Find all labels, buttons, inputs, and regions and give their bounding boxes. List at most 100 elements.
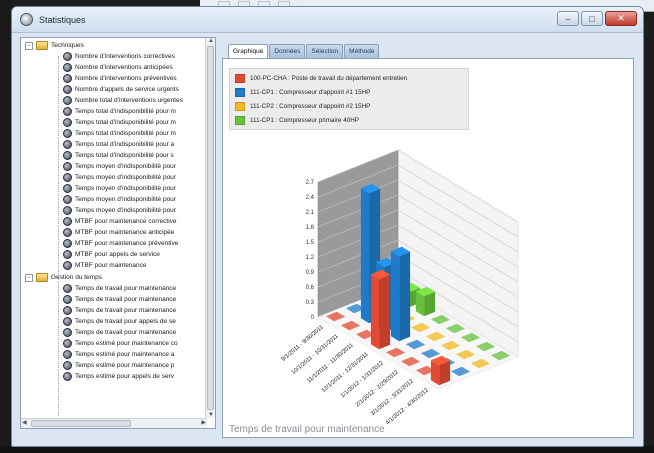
statistic-icon bbox=[63, 129, 72, 138]
tree-item[interactable]: Temps total d'indisponibilité pour m bbox=[63, 106, 176, 117]
app-icon bbox=[20, 13, 33, 26]
statistics-tree: − Techniques Nombre d'interventions correc… bbox=[20, 37, 216, 429]
scroll-thumb[interactable] bbox=[207, 46, 214, 410]
tree-item-label: Temps de travail pour maintenance bbox=[75, 329, 177, 336]
legend-label: 100-PC-CHA : Poste de travail du départe… bbox=[250, 75, 408, 82]
collapse-icon[interactable]: − bbox=[25, 273, 33, 282]
statistic-icon bbox=[63, 162, 72, 171]
statistic-icon bbox=[63, 317, 72, 326]
legend-label: 111-CP2 : Compresseur d'appoint #2 15HP bbox=[250, 103, 371, 110]
hscroll-thumb[interactable] bbox=[31, 420, 131, 427]
scroll-right-arrow-icon[interactable]: ▶ bbox=[201, 419, 206, 426]
tree-group[interactable]: − Gestion du temps bbox=[25, 272, 102, 283]
tree-item-label: Temps moyen d'indisponibilité pour bbox=[75, 174, 176, 181]
tree-item-label: Temps estimé pour maintenance co bbox=[75, 340, 178, 347]
tree-item[interactable]: Temps total d'indisponibilité pour s bbox=[63, 150, 174, 161]
x-tick-label: 10/1/2011 - 10/31/2011 bbox=[291, 333, 340, 376]
tree-item[interactable]: MTBF pour appels de service bbox=[63, 249, 160, 260]
tree-vertical-scrollbar[interactable]: ▲ ▼ bbox=[205, 38, 215, 418]
window-controls: – □ ✕ bbox=[557, 11, 637, 26]
tree-item[interactable]: Temps de travail pour maintenance bbox=[63, 283, 176, 294]
tree-horizontal-scrollbar[interactable]: ◀ ▶ bbox=[21, 418, 207, 428]
statistic-icon bbox=[63, 206, 72, 215]
x-tick-label: 9/1/2011 - 9/30/2011 bbox=[281, 324, 325, 362]
folder-icon bbox=[36, 273, 48, 282]
tree-item[interactable]: Nombre d'interventions préventives bbox=[63, 73, 177, 84]
tree-item-label: Nombre d'appels de service urgents bbox=[75, 86, 179, 93]
tree-item[interactable]: Temps moyen d'indisponibilité pour bbox=[63, 172, 176, 183]
tree-item[interactable]: Temps total d'indisponibilité pour m bbox=[63, 128, 176, 139]
tree-item-label: MTBF pour maintenance préventive bbox=[75, 240, 179, 247]
tree-item-label: Temps moyen d'indisponibilité pour bbox=[75, 185, 176, 192]
statistic-icon bbox=[63, 217, 72, 226]
chart-bar bbox=[390, 251, 400, 342]
tree-item[interactable]: Temps estimé pour maintenance p bbox=[63, 360, 174, 371]
scroll-down-arrow-icon[interactable]: ▼ bbox=[208, 412, 214, 418]
folder-icon bbox=[36, 41, 48, 50]
x-tick-label: 4/1/2012 - 4/30/2012 bbox=[385, 387, 430, 426]
tab-graphique[interactable]: Graphique bbox=[228, 44, 269, 59]
x-tick-label: 12/1/2011 - 12/31/2011 bbox=[321, 351, 370, 394]
statistic-icon bbox=[63, 328, 72, 337]
tree-item-label: Temps total d'indisponibilité pour m bbox=[75, 108, 176, 115]
tree-group[interactable]: − Techniques bbox=[25, 40, 84, 51]
x-tick-label: 3/1/2012 - 3/31/2012 bbox=[370, 378, 415, 417]
tree-item[interactable]: MTBF pour maintenance anticipée bbox=[63, 227, 174, 238]
close-button[interactable]: ✕ bbox=[605, 11, 637, 26]
statistic-icon bbox=[63, 74, 72, 83]
tab-donnees[interactable]: Données bbox=[269, 44, 306, 58]
tree-item[interactable]: Temps estimé pour maintenance co bbox=[63, 338, 178, 349]
legend-label: 111-CP1 : Compresseur primaire 40HP bbox=[250, 117, 359, 124]
maximize-button[interactable]: □ bbox=[581, 11, 603, 26]
statistic-icon bbox=[63, 184, 72, 193]
chart-bar bbox=[370, 274, 380, 350]
tree-item[interactable]: Temps de travail pour maintenance bbox=[63, 305, 176, 316]
tree-item[interactable]: Temps de travail pour maintenance bbox=[63, 294, 176, 305]
collapse-icon[interactable]: − bbox=[25, 41, 33, 50]
tree-item[interactable]: Temps total d'indisponibilité pour m bbox=[63, 117, 176, 128]
tree-item[interactable]: Nombre d'interventions correctives bbox=[63, 51, 175, 62]
tab-methode[interactable]: Méthode bbox=[344, 44, 380, 58]
tree-item[interactable]: Nombre d'appels de service urgents bbox=[63, 84, 179, 95]
tree-item[interactable]: MTBF pour maintenance préventive bbox=[63, 238, 178, 249]
tree-item-label: MTBF pour appels de service bbox=[75, 251, 160, 258]
tree-item[interactable]: Temps moyen d'indisponibilité pour bbox=[63, 194, 176, 205]
statistic-icon bbox=[63, 228, 72, 237]
tree-item-label: Temps moyen d'indisponibilité pour bbox=[75, 207, 176, 214]
tab-selection[interactable]: Sélection bbox=[306, 44, 344, 58]
scroll-up-arrow-icon[interactable]: ▲ bbox=[208, 38, 214, 44]
statistic-icon bbox=[63, 239, 72, 248]
statistic-icon bbox=[63, 140, 72, 149]
statistic-icon bbox=[63, 85, 72, 94]
tree-item[interactable]: Temps de travail pour appels de se bbox=[63, 316, 176, 327]
y-tick-label: 0.3 bbox=[306, 300, 315, 306]
tree-item[interactable]: Temps de travail pour maintenance bbox=[63, 327, 176, 338]
tree-item[interactable]: Temps moyen d'indisponibilité pour bbox=[63, 183, 176, 194]
tree-item[interactable]: Nombre total d'interventions urgentes bbox=[63, 95, 183, 106]
y-tick-label: 1.8 bbox=[306, 225, 315, 231]
tree-item[interactable]: MTBF pour maintenance corrective bbox=[63, 216, 177, 227]
tree-item[interactable]: Temps total d'indisponibilité pour a bbox=[63, 139, 174, 150]
x-tick-label: 11/1/2011 - 11/30/2011 bbox=[306, 342, 354, 384]
tree-item[interactable]: Temps estimé pour maintenance a bbox=[63, 349, 174, 360]
tree-item[interactable]: Temps moyen d'indisponibilité pour bbox=[63, 161, 176, 172]
statistic-icon bbox=[63, 306, 72, 315]
tree-item-label: MTBF pour maintenance anticipée bbox=[75, 229, 175, 236]
minimize-button[interactable]: – bbox=[557, 11, 579, 26]
legend-swatch bbox=[235, 102, 245, 111]
tree-group-label: Gestion du temps bbox=[51, 274, 102, 281]
statistic-icon bbox=[63, 361, 72, 370]
title-bar[interactable]: Statistiques bbox=[12, 7, 643, 33]
tree-item-label: Temps estimé pour maintenance a bbox=[75, 351, 175, 358]
tree-item[interactable]: MTBF pour maintenance bbox=[63, 260, 147, 271]
tree-item[interactable]: Temps estimé pour appels de serv bbox=[63, 371, 174, 382]
statistic-icon bbox=[63, 372, 72, 381]
tree-item-label: Temps total d'indisponibilité pour m bbox=[75, 119, 176, 126]
tree-item[interactable]: Temps moyen d'indisponibilité pour bbox=[63, 205, 176, 216]
chart-title: Temps de travail pour maintenance bbox=[229, 424, 385, 435]
legend-swatch bbox=[235, 116, 245, 125]
scroll-left-arrow-icon[interactable]: ◀ bbox=[22, 419, 27, 426]
tree-item-label: MTBF pour maintenance bbox=[75, 262, 147, 269]
tree-item-label: Temps de travail pour maintenance bbox=[75, 285, 177, 292]
tree-item[interactable]: Nombre d'interventions anticipées bbox=[63, 62, 173, 73]
